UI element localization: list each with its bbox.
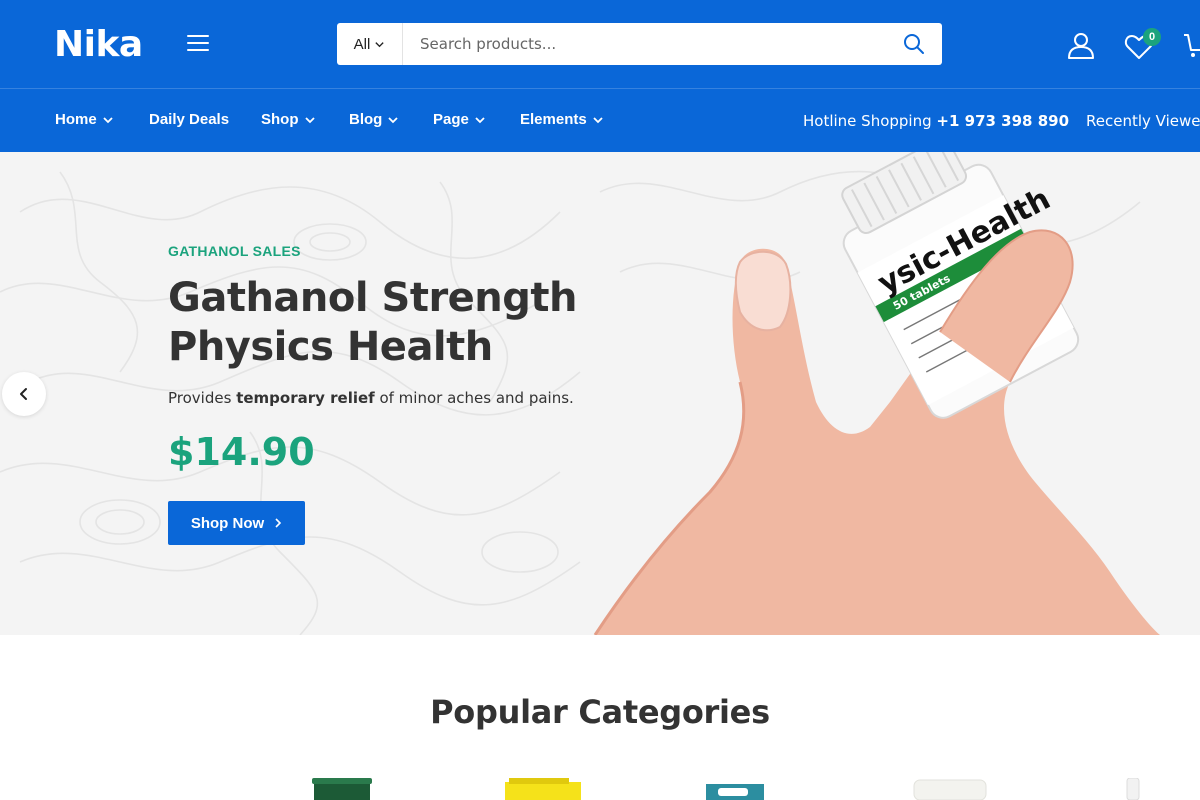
category-product-thumb[interactable] — [505, 778, 581, 800]
nav-item-label: Shop — [261, 111, 299, 128]
hero-desc-text: of minor aches and pains. — [374, 389, 574, 407]
nav-item-blog[interactable]: Blog — [349, 111, 399, 128]
cart-icon[interactable] — [1182, 30, 1200, 60]
nav-item-home[interactable]: Home — [55, 111, 114, 128]
chevron-down-icon — [304, 116, 315, 123]
recently-viewed-link[interactable]: Recently Viewed — [1086, 112, 1200, 130]
nav-item-page[interactable]: Page — [433, 111, 486, 128]
chevron-down-icon — [388, 116, 398, 123]
chevron-left-icon — [20, 388, 27, 400]
thumb-nail — [734, 250, 792, 332]
category-product-thumb[interactable] — [1122, 778, 1144, 800]
hero-desc-emphasis: temporary relief — [236, 389, 375, 407]
hero-description: Provides temporary relief of minor aches… — [168, 389, 574, 407]
nav-item-shop[interactable]: Shop — [261, 111, 316, 128]
nav-item-label: Page — [433, 111, 469, 128]
chevron-down-icon — [103, 116, 113, 123]
hero-title-line-2: Physics Health — [168, 324, 493, 370]
nav-item-label: Daily Deals — [149, 111, 230, 128]
search-bar: All — [337, 23, 942, 65]
hero-desc-text: Provides — [168, 389, 237, 407]
hero-kicker: GATHANOL SALES — [168, 243, 301, 259]
nav-item-label: Elements — [520, 111, 587, 128]
nav-item-label: Blog — [349, 111, 383, 128]
shop-now-button[interactable]: Shop Now — [168, 501, 305, 545]
top-header: Nika All 0 — [0, 0, 1200, 88]
site-logo[interactable]: Nika — [54, 24, 143, 65]
hotline-info: Hotline Shopping +1 973 398 890 — [803, 112, 1069, 130]
nav-item-daily-deals[interactable]: Daily Deals — [149, 111, 229, 128]
nav-item-label: Home — [55, 111, 97, 128]
search-input[interactable] — [404, 23, 884, 65]
chevron-down-icon — [593, 116, 603, 123]
hotline-label: Hotline Shopping — [803, 112, 932, 130]
chevron-down-icon — [475, 116, 485, 123]
search-category-label: All — [353, 35, 371, 53]
nav-item-elements[interactable]: Elements — [520, 111, 604, 128]
hero-title: Gathanol Strength Physics Health — [168, 274, 628, 372]
hero-price: $14.90 — [168, 430, 315, 474]
hero-product-image: ysic-Health 50 tablets — [593, 152, 1160, 635]
category-product-thumb[interactable] — [912, 778, 988, 800]
wishlist-count-badge: 0 — [1143, 28, 1161, 46]
hotline-number[interactable]: +1 973 398 890 — [936, 112, 1069, 130]
category-product-thumb[interactable] — [312, 778, 372, 800]
main-navigation: Home Daily Deals Shop Blog Page Elements… — [0, 88, 1200, 152]
hero-slider: GATHANOL SALES Gathanol Strength Physics… — [0, 152, 1200, 635]
chevron-right-icon — [275, 518, 282, 528]
category-product-thumb[interactable] — [706, 778, 764, 800]
popular-categories-title: Popular Categories — [430, 693, 770, 731]
chevron-down-icon — [375, 41, 384, 47]
search-category-select[interactable]: All — [337, 23, 403, 65]
menu-hamburger-icon[interactable] — [187, 35, 209, 53]
search-icon[interactable] — [902, 32, 926, 56]
shop-now-label: Shop Now — [190, 514, 265, 532]
slider-prev-button[interactable] — [2, 372, 46, 416]
hero-title-line-1: Gathanol Strength — [168, 275, 578, 321]
user-account-icon[interactable] — [1066, 30, 1096, 60]
